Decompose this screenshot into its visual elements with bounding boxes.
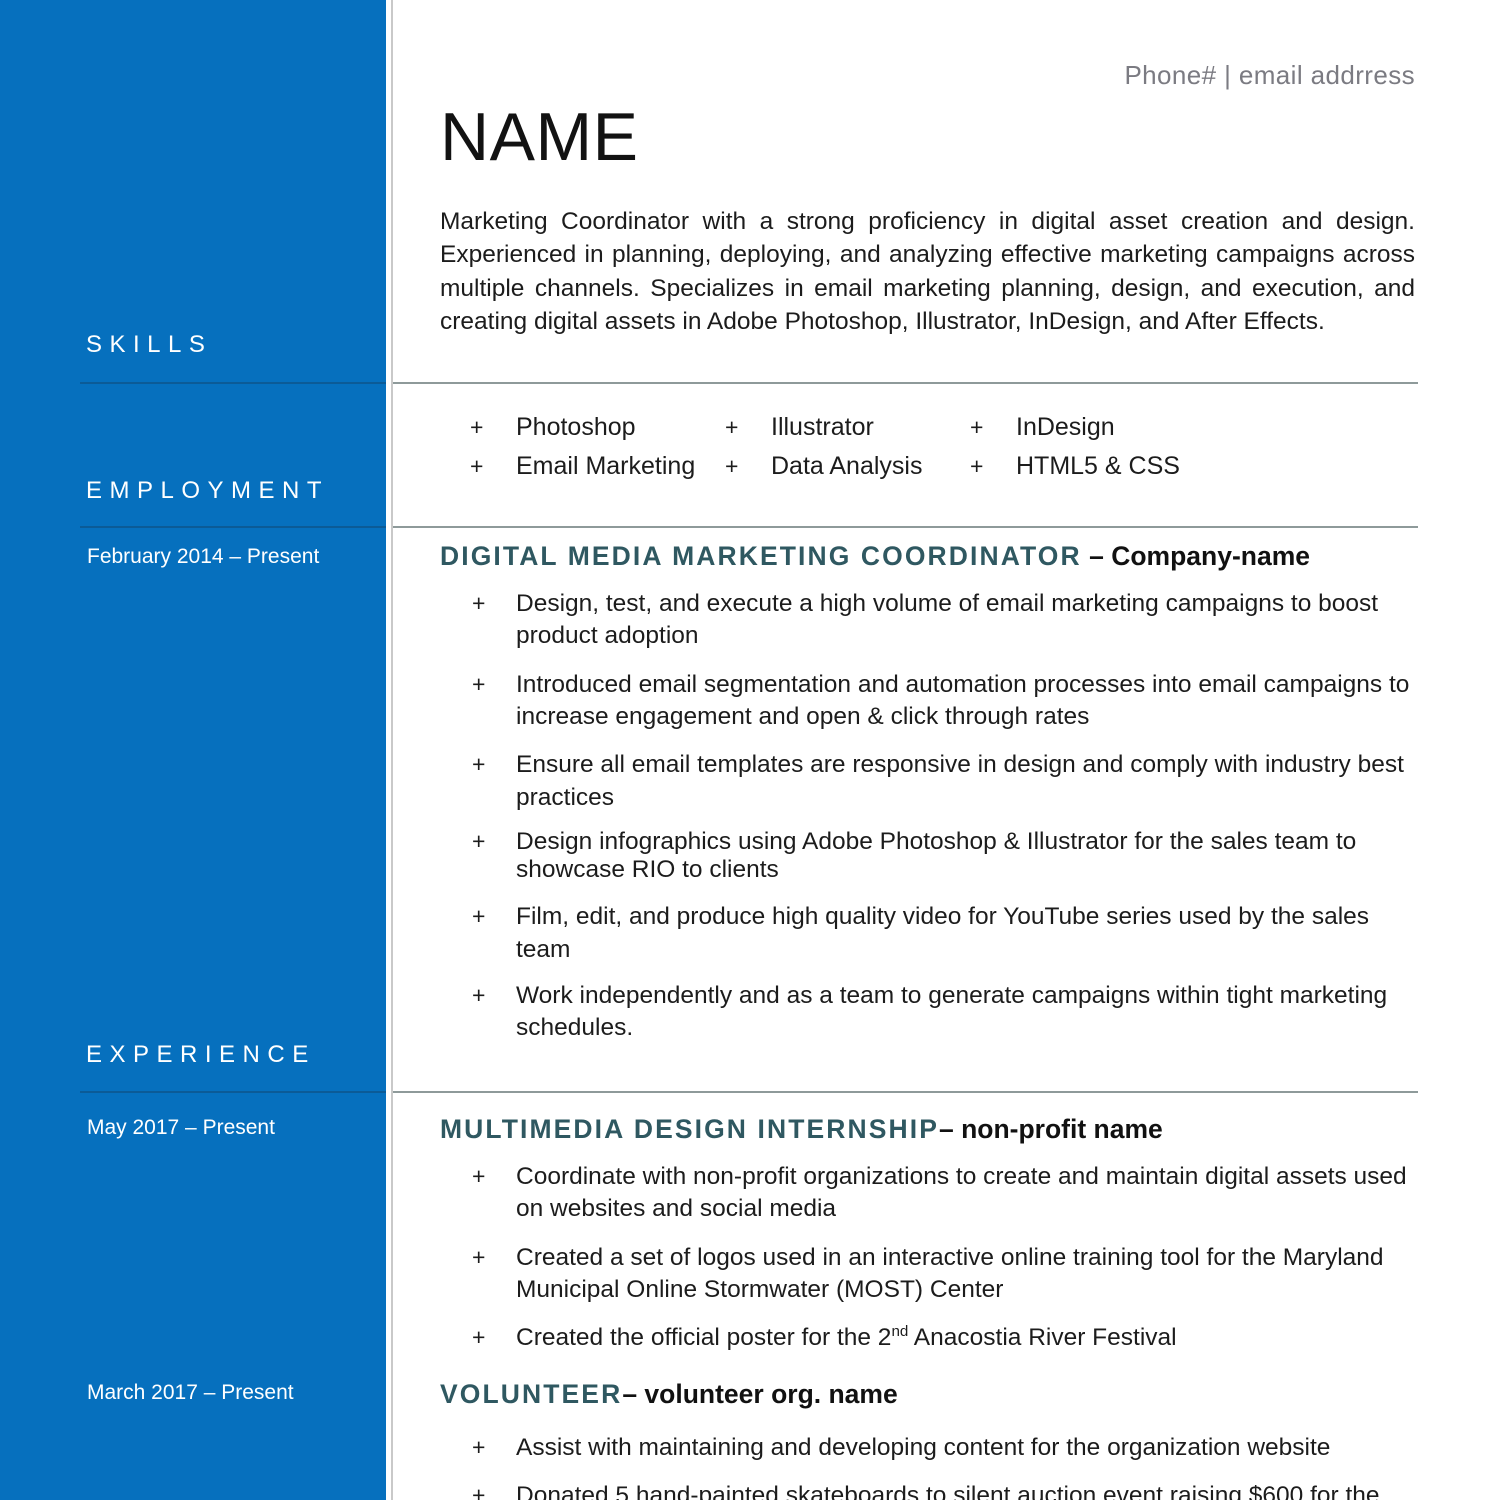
job-role: VOLUNTEER: [440, 1379, 623, 1409]
page-title: NAME: [440, 99, 639, 175]
professional-summary: Marketing Coordinator with a strong prof…: [440, 208, 1415, 335]
job-org: – Company-name: [1081, 541, 1311, 571]
bullet-text: Donated 5 hand-painted skateboards to si…: [516, 1482, 1380, 1500]
skill-label: InDesign: [1016, 413, 1115, 441]
plus-bullet-icon: +: [472, 1163, 486, 1189]
bullet-item: + Introduced email segmentation and auto…: [472, 669, 1422, 734]
bullet-item: + Assist with maintaining and developing…: [472, 1432, 1422, 1464]
plus-bullet-icon: +: [472, 1482, 486, 1500]
bullet-text: Film, edit, and produce high quality vid…: [516, 903, 1370, 963]
contact-line: Phone# | email addrress: [1124, 60, 1415, 90]
bullet-text: Design infographics using Adobe Photosho…: [516, 827, 1357, 883]
bullet-item: + Ensure all email templates are respons…: [472, 749, 1422, 814]
bullet-text: Assist with maintaining and developing c…: [516, 1434, 1331, 1461]
divider-employment: [393, 526, 1418, 528]
divider-experience: [393, 1091, 1418, 1093]
plus-bullet-icon: +: [472, 1243, 486, 1270]
skill-item: + Illustrator: [725, 413, 970, 442]
plus-bullet-icon: +: [725, 453, 739, 479]
job-role: MULTIMEDIA DESIGN INTERNSHIP: [440, 1114, 939, 1144]
skill-item: + Data Analysis: [725, 452, 970, 481]
skill-item: + Photoshop: [470, 413, 725, 442]
bullet-text: Created a set of logos used in an intera…: [516, 1243, 1384, 1303]
bullet-text: Coordinate with non-profit organizations…: [516, 1163, 1407, 1223]
plus-bullet-icon: +: [970, 453, 984, 479]
skill-item: + InDesign: [970, 413, 1270, 442]
skills-grid: + Photoshop + Illustrator + InDesign + E…: [470, 408, 1270, 486]
plus-bullet-icon: +: [970, 414, 984, 440]
bullet-item: + Film, edit, and produce high quality v…: [472, 901, 1422, 966]
job-org: – volunteer org. name: [622, 1379, 898, 1409]
skill-item: + HTML5 & CSS: [970, 452, 1270, 481]
plus-bullet-icon: +: [472, 981, 486, 1008]
skill-label: Photoshop: [516, 413, 636, 441]
bullet-item: + Coordinate with non-profit organizatio…: [472, 1161, 1422, 1226]
resume-page: SKILLS EMPLOYMENT EXPERIENCE February 20…: [0, 0, 1500, 1500]
plus-bullet-icon: +: [470, 453, 484, 479]
ordinal-suffix: nd: [891, 1323, 909, 1341]
plus-bullet-icon: +: [472, 670, 486, 697]
bullet-item: + Created a set of logos used in an inte…: [472, 1242, 1422, 1307]
job-org: – non-profit name: [939, 1114, 1163, 1144]
plus-bullet-icon: +: [470, 414, 484, 440]
job-title-employment: DIGITAL MEDIA MARKETING COORDINATOR – Co…: [440, 541, 1310, 572]
plus-bullet-icon: +: [472, 1324, 486, 1351]
employment-bullets: + Design, test, and execute a high volum…: [472, 588, 1422, 1045]
bullet-text: Introduced email segmentation and automa…: [516, 670, 1410, 730]
bullet-item: + Design, test, and execute a high volum…: [472, 588, 1422, 653]
plus-bullet-icon: +: [725, 414, 739, 440]
skill-label: Data Analysis: [771, 452, 923, 480]
skill-label: HTML5 & CSS: [1016, 452, 1180, 480]
plus-bullet-icon: +: [472, 1434, 486, 1460]
job-role: DIGITAL MEDIA MARKETING COORDINATOR: [440, 541, 1082, 571]
bullet-item: + Donated 5 hand-painted skateboards to …: [472, 1480, 1422, 1500]
bullet-text: Ensure all email templates are responsiv…: [516, 751, 1404, 811]
plus-bullet-icon: +: [472, 590, 486, 616]
bullet-text-suffix: Anacostia River Festival: [908, 1324, 1177, 1352]
bullet-text: Work independently and as a team to gene…: [516, 981, 1388, 1042]
internship-bullets: + Coordinate with non-profit organizatio…: [472, 1161, 1422, 1355]
main-content: Phone# | email addrress NAME Marketing C…: [0, 0, 1500, 1500]
job-title-internship: MULTIMEDIA DESIGN INTERNSHIP– non-profit…: [440, 1114, 1163, 1145]
bullet-item: + Created the official poster for the 2n…: [472, 1322, 1422, 1354]
bullet-text: Created the official poster for the 2nd …: [516, 1322, 1422, 1354]
skill-label: Illustrator: [771, 413, 874, 441]
skill-item: + Email Marketing: [470, 452, 725, 481]
divider-skills: [393, 382, 1418, 384]
volunteer-bullets: + Assist with maintaining and developing…: [472, 1432, 1422, 1500]
plus-bullet-icon: +: [472, 751, 486, 778]
plus-bullet-icon: +: [472, 827, 486, 854]
skill-label: Email Marketing: [516, 452, 696, 480]
bullet-text-prefix: Created the official poster for the 2: [516, 1324, 892, 1352]
job-title-volunteer: VOLUNTEER– volunteer org. name: [440, 1379, 898, 1410]
bullet-item: + Work independently and as a team to ge…: [472, 980, 1422, 1045]
plus-bullet-icon: +: [472, 903, 486, 930]
bullet-text: Design, test, and execute a high volume …: [516, 590, 1379, 650]
bullet-item: + Design infographics using Adobe Photos…: [472, 828, 1422, 883]
